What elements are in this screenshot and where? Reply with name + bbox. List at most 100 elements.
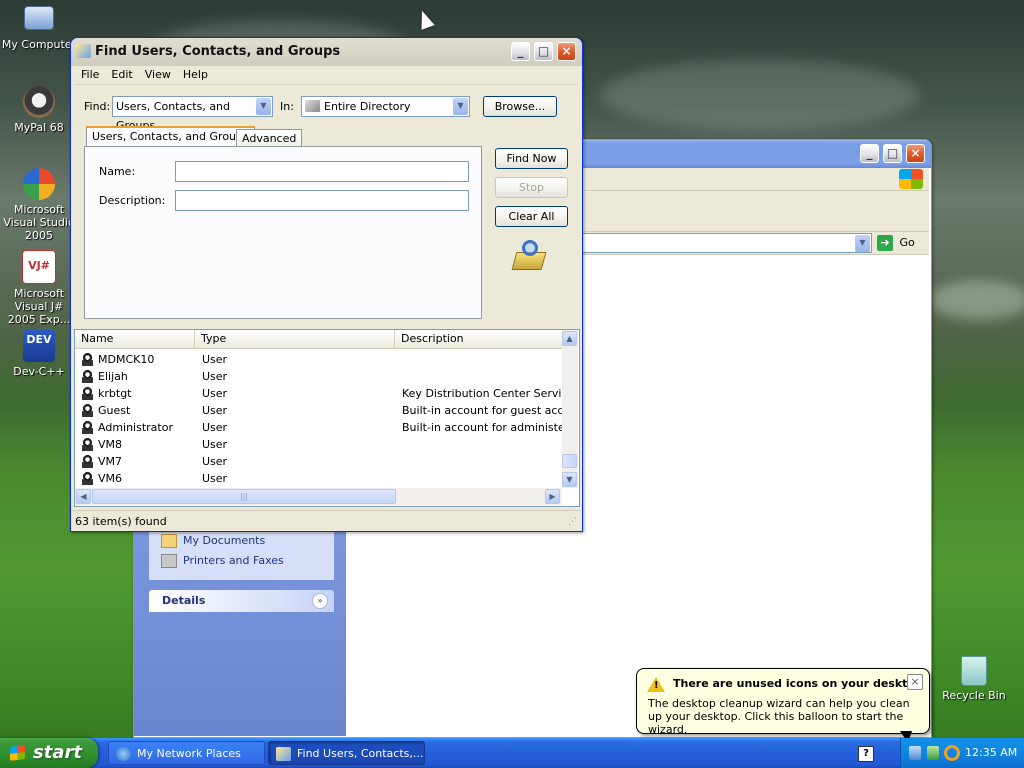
menu-edit[interactable]: Edit [105, 66, 138, 83]
close-button[interactable]: × [557, 42, 576, 61]
cell-type: User [202, 438, 228, 451]
table-row[interactable]: VM6 User [75, 470, 565, 487]
table-row[interactable]: VM8 User [75, 436, 565, 453]
minimize-button[interactable]: _ [860, 144, 879, 163]
wallpaper-cloud [600, 60, 920, 130]
close-icon[interactable]: × [907, 674, 923, 690]
task-find-users[interactable]: Find Users, Contacts,... [268, 741, 425, 765]
user-icon [82, 438, 93, 451]
window-titlebar[interactable]: Find Users, Contacts, and Groups _ □ × [71, 38, 582, 66]
address-input[interactable]: ▼ [574, 233, 872, 253]
name-input[interactable] [175, 161, 469, 182]
find-type-select[interactable]: Users, Contacts, and Groups ▼ [112, 96, 273, 132]
minimize-button[interactable]: _ [511, 42, 530, 61]
stop-button[interactable]: Stop [495, 177, 568, 198]
desktop-icon-visual-jsharp[interactable]: VJ# Microsoft Visual J# 2005 Exp... [0, 250, 78, 326]
table-row[interactable]: krbtgt User Key Distribution Center Servic… [75, 385, 565, 402]
user-icon [82, 455, 93, 468]
in-location-select[interactable]: Entire Directory ▼ [301, 96, 470, 117]
scroll-left-button[interactable]: ◀ [76, 489, 91, 504]
desktop-icon-recycle-bin[interactable]: Recycle Bin [935, 656, 1013, 702]
cell-type: User [202, 387, 228, 400]
maximize-button[interactable]: □ [534, 42, 553, 61]
desktop-icon-devcpp[interactable]: DEV Dev-C++ [0, 330, 78, 378]
user-icon [82, 472, 93, 485]
tab-advanced[interactable]: Advanced [236, 129, 303, 147]
find-app-icon [276, 747, 291, 761]
browse-button[interactable]: Browse... [483, 96, 557, 117]
tab-users-contacts-groups[interactable]: Users, Contacts, and Groups [86, 126, 255, 146]
system-tray: 12:35 AM [900, 738, 1024, 768]
cell-description: Built-in account for guest access t [402, 404, 562, 417]
printer-icon [161, 554, 177, 568]
window-title: Find Users, Contacts, and Groups [95, 44, 341, 59]
clear-all-button[interactable]: Clear All [495, 206, 568, 227]
menu-help[interactable]: Help [177, 66, 214, 83]
in-location-value: Entire Directory [324, 100, 411, 113]
column-header-name[interactable]: Name [75, 330, 195, 348]
find-users-window[interactable]: Find Users, Contacts, and Groups _ □ × F… [70, 37, 583, 532]
sidebar-link-my-documents[interactable]: My Documents [161, 532, 265, 550]
table-row[interactable]: Elijah User [75, 368, 565, 385]
search-tray-icon[interactable] [944, 745, 960, 761]
cell-name: VM7 [98, 455, 123, 468]
chevron-down-icon[interactable]: ▼ [256, 98, 271, 115]
menu-file[interactable]: File [75, 66, 105, 83]
visual-studio-icon [23, 168, 55, 200]
help-icon[interactable]: ? [858, 746, 874, 762]
go-label: Go [899, 236, 915, 249]
user-icon [82, 387, 93, 400]
sidebar-link-label: My Documents [183, 534, 266, 547]
go-button[interactable]: ➔ Go [877, 234, 915, 252]
table-row[interactable]: VM7 User [75, 453, 565, 470]
close-button[interactable]: × [906, 144, 925, 163]
find-now-button[interactable]: Find Now [495, 148, 568, 169]
menu-bar: File Edit View Help [75, 66, 578, 85]
cell-type: User [202, 421, 228, 434]
table-row[interactable]: Administrator User Built-in account for ad… [75, 419, 565, 436]
horizontal-scrollbar[interactable]: ◀ ||| ▶ [75, 488, 562, 505]
wallpaper-cloud [930, 280, 1024, 320]
scroll-right-button[interactable]: ▶ [545, 489, 560, 504]
network-tray-icon[interactable] [909, 746, 921, 760]
column-header-type[interactable]: Type [195, 330, 395, 348]
cell-type: User [202, 370, 228, 383]
desktop-icon-mypal[interactable]: MyPal 68 [0, 86, 78, 134]
vertical-scroll-thumb[interactable] [562, 454, 577, 468]
chevron-down-icon[interactable]: » [312, 593, 328, 609]
scroll-up-button[interactable]: ▲ [562, 331, 577, 346]
description-input[interactable] [175, 190, 469, 211]
windows-flag-icon [10, 745, 25, 761]
description-label: Description: [99, 194, 166, 207]
tab-panel: Name: Description: [84, 146, 482, 319]
chevron-down-icon[interactable]: ▼ [855, 235, 870, 252]
maximize-button[interactable]: □ [883, 144, 902, 163]
cell-type: User [202, 404, 228, 417]
results-list[interactable]: Name Type Description MDMCK10 User Elijah U… [74, 329, 580, 507]
menu-view[interactable]: View [139, 66, 177, 83]
search-animation-icon [511, 240, 547, 272]
sidebar-link-printers[interactable]: Printers and Faxes [161, 552, 284, 570]
status-text: 63 item(s) found [75, 515, 167, 528]
user-icon [82, 421, 93, 434]
desktop-icon-my-computer[interactable]: My Computer [0, 2, 78, 51]
cell-name: Guest [98, 404, 131, 417]
table-row[interactable]: MDMCK10 User [75, 351, 565, 368]
table-row[interactable]: Guest User Built-in account for guest acce… [75, 402, 565, 419]
details-panel-header[interactable]: Details » [149, 590, 334, 612]
update-tray-icon[interactable] [927, 746, 939, 760]
resize-grip-icon[interactable]: ⋰ [568, 517, 577, 527]
sidebar-link-label: Printers and Faxes [183, 554, 284, 567]
balloon-body: The desktop cleanup wizard can help you … [648, 697, 910, 736]
task-my-network-places[interactable]: My Network Places [108, 741, 265, 765]
chevron-down-icon[interactable]: ▼ [453, 98, 468, 115]
devcpp-icon: DEV [23, 330, 55, 362]
column-header-description[interactable]: Description [395, 330, 563, 348]
desktop-icon-label: MyPal 68 [14, 121, 64, 134]
start-button[interactable]: start [0, 738, 98, 768]
scroll-down-button[interactable]: ▼ [562, 472, 577, 487]
desktop-icon-visual-studio[interactable]: Microsoft Visual Studio 2005 [0, 168, 78, 242]
cleanup-balloon[interactable]: ! There are unused icons on your desktop… [636, 668, 930, 736]
vertical-scrollbar[interactable]: ▲ ▼ [562, 330, 578, 488]
horizontal-scroll-thumb[interactable]: ||| [92, 489, 396, 504]
